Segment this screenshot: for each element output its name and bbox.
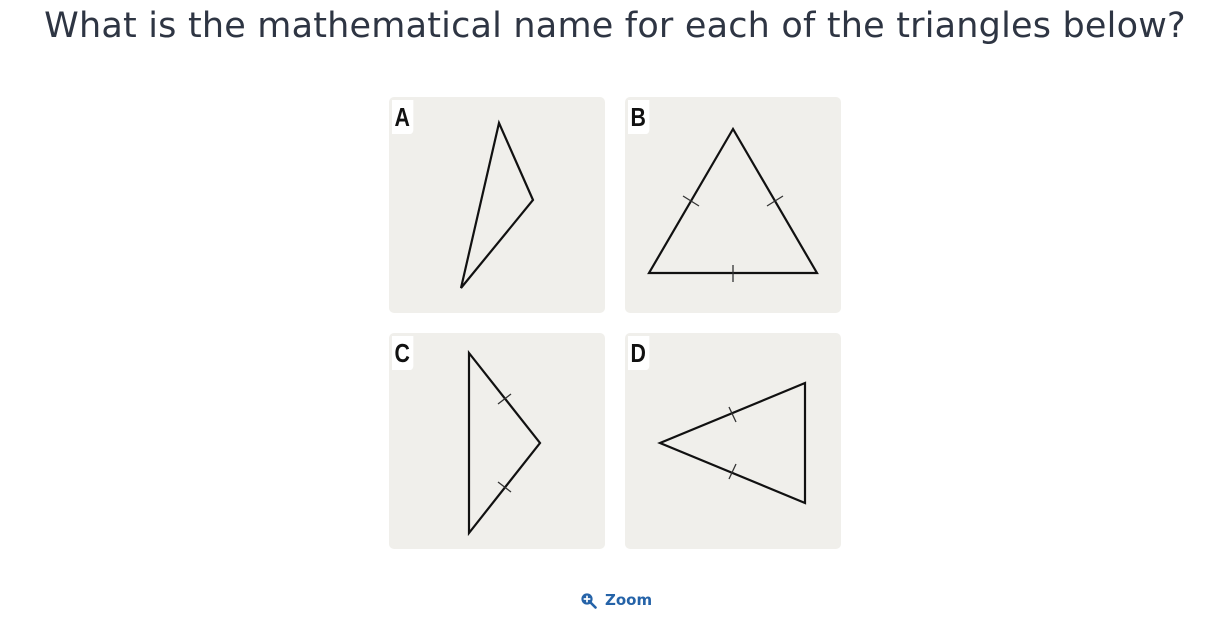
triangle-a [459,119,535,289]
triangle-d-figure [657,381,807,505]
zoom-in-icon [580,592,597,609]
triangle-panel-b: B [625,97,841,313]
tick-mark-right-side [766,195,784,207]
panel-label-b: B [628,100,650,134]
triangle-b-figure [647,126,819,282]
triangle-c [467,349,542,537]
question-text: What is the mathematical name for each o… [44,6,1186,46]
triangle-panel-c: C [389,333,605,549]
triangle-b [647,126,819,275]
panel-label-d: D [628,336,650,370]
triangle-image-grid: A B C D [389,97,842,549]
triangle-panel-d: D [625,333,841,549]
triangle-d [657,381,807,505]
panel-label-c: C [392,336,414,370]
panel-label-a: A [392,100,414,134]
triangle-a-figure [459,119,535,289]
tick-mark-left-side [682,195,700,207]
zoom-button[interactable]: Zoom [580,588,652,612]
triangle-panel-a: A [389,97,605,313]
zoom-label: Zoom [605,591,653,609]
triangle-c-figure [467,349,542,537]
